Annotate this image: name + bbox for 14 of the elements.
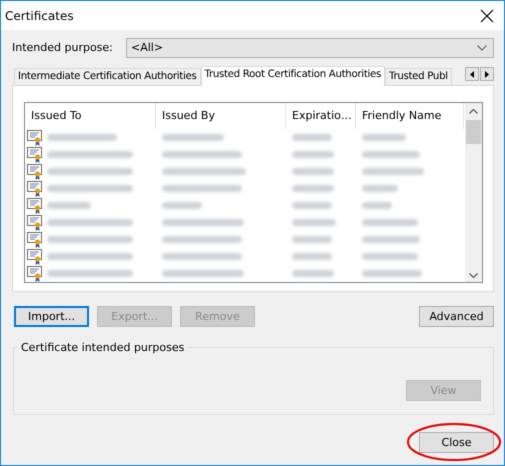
column-header[interactable]: Issued To [25,103,156,129]
column-header[interactable]: Issued By [156,103,286,129]
advanced-button[interactable]: Advanced [419,306,494,327]
close-button[interactable]: Close [419,432,494,453]
tab[interactable]: Trusted Publ [385,68,452,85]
purpose-dropdown[interactable]: <All> [126,38,494,58]
action-button[interactable]: Import... [14,306,89,327]
column-header[interactable]: Friendly Name [356,103,464,129]
field-label: Intended purpose: [12,41,114,54]
column-header[interactable]: Expiratio… [286,103,356,129]
window-title: Certificates [5,8,74,22]
group-title: Certificate intended purposes [18,341,188,354]
tab[interactable]: Trusted Root Certification Authorities [200,66,386,86]
tab[interactable]: Intermediate Certification Authorities [14,68,201,85]
